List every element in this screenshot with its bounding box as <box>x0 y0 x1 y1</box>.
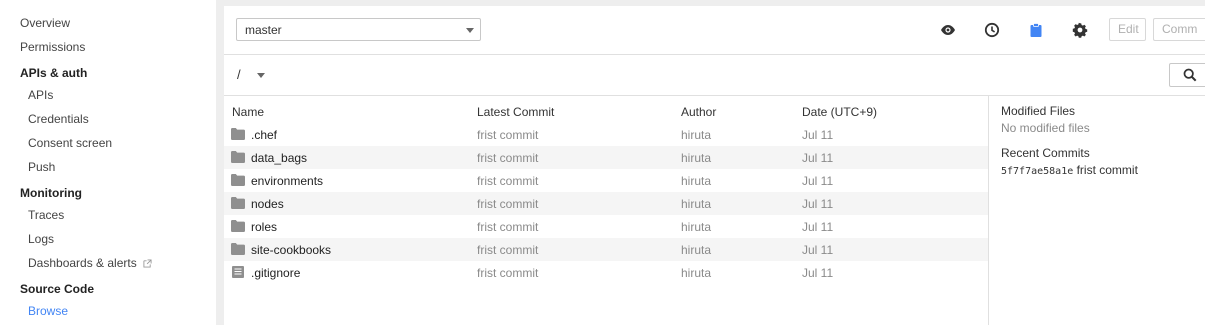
commit-hash[interactable]: 5f7f7ae58a1e <box>1001 166 1073 177</box>
external-link-icon <box>143 259 152 268</box>
commit-message[interactable]: frist commit <box>477 197 538 211</box>
file-name[interactable]: roles <box>251 220 277 234</box>
folder-icon <box>231 174 245 186</box>
table-row[interactable]: .chef frist commit hiruta Jul 11 <box>224 123 988 146</box>
date: Jul 11 <box>802 128 834 142</box>
clipboard-icon[interactable] <box>1028 22 1044 38</box>
date: Jul 11 <box>802 266 834 280</box>
date: Jul 11 <box>802 220 834 234</box>
recent-commit-item[interactable]: 5f7f7ae58a1e frist commit <box>1001 163 1138 177</box>
branch-select[interactable]: master <box>236 18 481 41</box>
sidebar-item-dashboards-alerts[interactable]: Dashboards & alerts <box>28 256 152 270</box>
author: hiruta <box>681 243 712 257</box>
column-header-latest-commit[interactable]: Latest Commit <box>477 105 554 119</box>
sidebar-item-consent-screen[interactable]: Consent screen <box>28 136 112 150</box>
sidebar-item-traces[interactable]: Traces <box>28 208 64 222</box>
sidebar-item-apis[interactable]: APIs <box>28 88 53 102</box>
commit-message[interactable]: frist commit <box>477 220 538 234</box>
search-icon <box>1183 68 1197 82</box>
column-header-author[interactable]: Author <box>681 105 716 119</box>
search-button[interactable] <box>1169 63 1205 87</box>
sidebar-nav: Overview Permissions APIs & auth APIs Cr… <box>0 0 216 325</box>
sidebar-item-overview[interactable]: Overview <box>20 16 70 30</box>
table-row[interactable]: environments frist commit hiruta Jul 11 <box>224 169 988 192</box>
history-icon[interactable] <box>984 22 1000 38</box>
folder-icon <box>231 243 245 255</box>
path-bar: / <box>224 55 1205 96</box>
edit-button[interactable]: Edit <box>1109 18 1146 41</box>
file-table: Name Latest Commit Author Date (UTC+9) .… <box>224 96 988 325</box>
commit-button[interactable]: Comm <box>1153 18 1205 41</box>
table-row[interactable]: data_bags frist commit hiruta Jul 11 <box>224 146 988 169</box>
author: hiruta <box>681 220 712 234</box>
file-name[interactable]: .gitignore <box>251 266 300 280</box>
file-name[interactable]: data_bags <box>251 151 307 165</box>
commit-message[interactable]: frist commit <box>477 128 538 142</box>
author: hiruta <box>681 266 712 280</box>
sidebar-item-push[interactable]: Push <box>28 160 55 174</box>
gear-icon[interactable] <box>1072 22 1088 38</box>
file-name[interactable]: .chef <box>251 128 277 142</box>
chevron-down-icon <box>466 28 474 33</box>
sidebar-item-label: Dashboards & alerts <box>28 256 137 270</box>
file-name[interactable]: site-cookbooks <box>251 243 331 257</box>
path-root[interactable]: / <box>237 67 241 82</box>
author: hiruta <box>681 128 712 142</box>
table-row[interactable]: site-cookbooks frist commit hiruta Jul 1… <box>224 238 988 261</box>
modified-files-title: Modified Files <box>1001 104 1076 118</box>
column-header-date[interactable]: Date (UTC+9) <box>802 105 877 119</box>
commit-message[interactable]: frist commit <box>477 151 538 165</box>
sidebar-item-logs[interactable]: Logs <box>28 232 54 246</box>
author: hiruta <box>681 197 712 211</box>
sidebar-item-permissions[interactable]: Permissions <box>20 40 85 54</box>
repo-browser-panel: master Edit Comm / Name Latest Commit Au… <box>224 6 1205 325</box>
sidebar-section-monitoring[interactable]: Monitoring <box>20 186 82 200</box>
path-dropdown-icon[interactable] <box>257 73 265 78</box>
folder-icon <box>231 197 245 209</box>
file-name[interactable]: environments <box>251 174 323 188</box>
recent-commits-title: Recent Commits <box>1001 146 1090 160</box>
file-name[interactable]: nodes <box>251 197 284 211</box>
folder-icon <box>231 151 245 163</box>
table-row[interactable]: roles frist commit hiruta Jul 11 <box>224 215 988 238</box>
recent-commit-message: frist commit <box>1076 163 1138 177</box>
author: hiruta <box>681 151 712 165</box>
sidebar-item-browse[interactable]: Browse <box>28 304 68 318</box>
table-row[interactable]: nodes frist commit hiruta Jul 11 <box>224 192 988 215</box>
date: Jul 11 <box>802 243 834 257</box>
file-icon <box>232 266 244 278</box>
commit-message[interactable]: frist commit <box>477 266 538 280</box>
sidebar-item-credentials[interactable]: Credentials <box>28 112 89 126</box>
sidebar-section-source-code[interactable]: Source Code <box>20 282 94 296</box>
eye-icon[interactable] <box>940 22 956 38</box>
branch-value: master <box>245 23 282 37</box>
column-header-name[interactable]: Name <box>232 105 264 119</box>
sidebar-section-apis-auth[interactable]: APIs & auth <box>20 66 87 80</box>
table-row[interactable]: .gitignore frist commit hiruta Jul 11 <box>224 261 988 284</box>
panel-divider <box>988 96 989 325</box>
folder-icon <box>231 128 245 140</box>
commit-message[interactable]: frist commit <box>477 174 538 188</box>
date: Jul 11 <box>802 151 834 165</box>
repo-toolbar: master Edit Comm <box>224 6 1205 55</box>
modified-files-empty: No modified files <box>1001 121 1090 135</box>
date: Jul 11 <box>802 197 834 211</box>
folder-icon <box>231 220 245 232</box>
commit-message[interactable]: frist commit <box>477 243 538 257</box>
date: Jul 11 <box>802 174 834 188</box>
author: hiruta <box>681 174 712 188</box>
